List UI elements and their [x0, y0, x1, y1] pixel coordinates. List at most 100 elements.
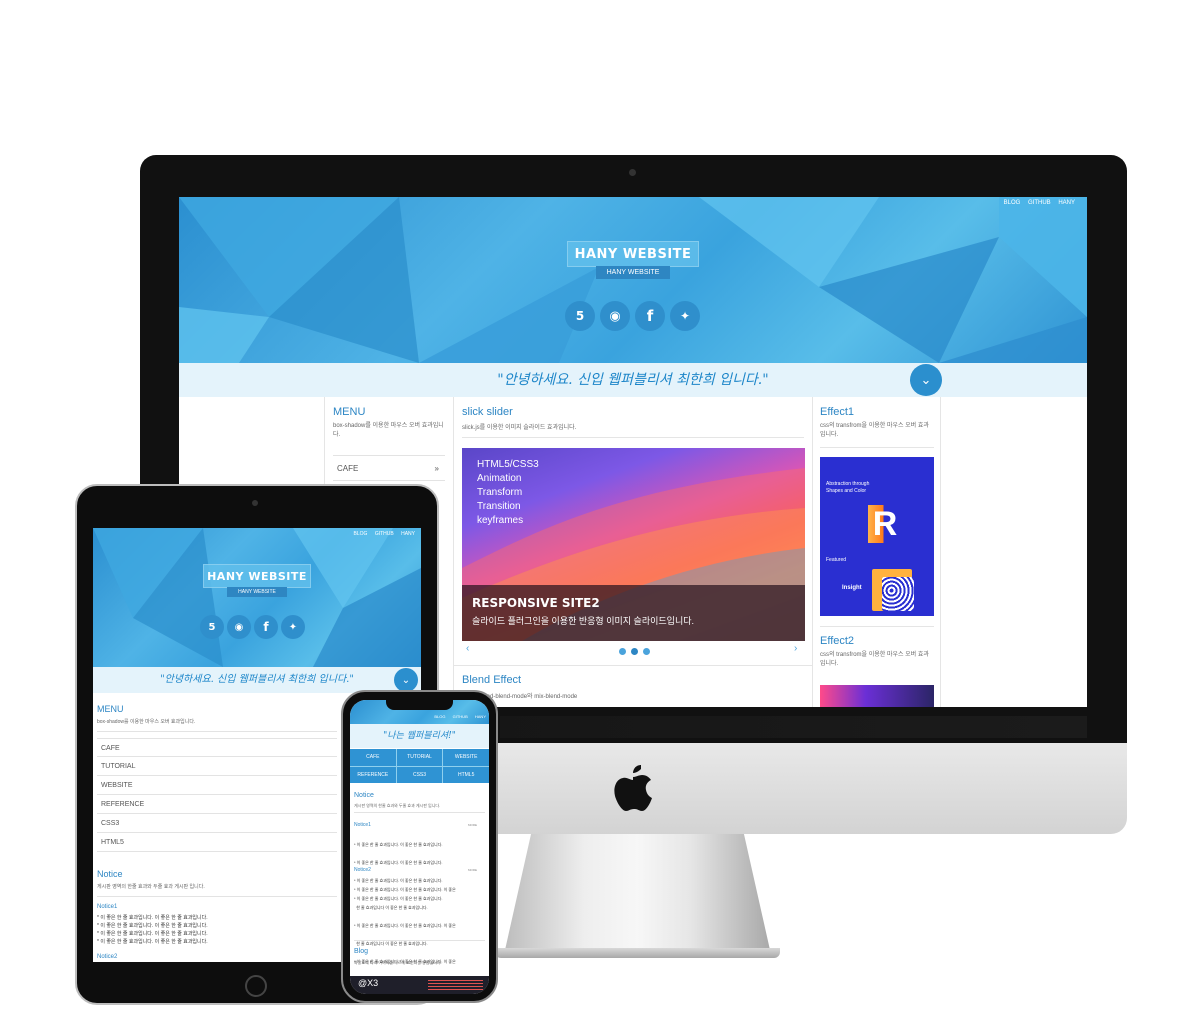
menu-item-website[interactable]: WEBSITE: [97, 776, 337, 795]
thumb-label: Insight: [842, 585, 862, 591]
notice-line[interactable]: * 이 좋은 한 줄 효과입니다. 이 좋은 한 줄 효과입니다.: [97, 914, 208, 922]
notice-title: Notice: [97, 869, 123, 879]
notice-line[interactable]: * 이 좋은 한 줄 효과입니다. 이 좋은 한 줄 효과입니다.: [97, 930, 208, 938]
notice-line[interactable]: 한 줄 효과입니다 이 좋은 한 줄 효과입니다.: [354, 905, 456, 911]
facebook-icon[interactable]: f: [254, 615, 278, 639]
scroll-down-button[interactable]: ⌄: [910, 364, 942, 396]
menu-item-label: WEBSITE: [101, 782, 133, 789]
slider-column: slick slider slick.js를 이용한 이미지 슬라이드 효과입니…: [453, 397, 813, 707]
site-title: HANY WEBSITE: [203, 564, 311, 588]
effect1-desc: css의 transfrom을 이용한 마우스 오버 효과 입니다.: [820, 423, 929, 438]
notice-title: Notice: [354, 792, 374, 799]
more-link[interactable]: MORE: [468, 868, 477, 872]
slide-line: HTML5/CSS3: [477, 459, 539, 470]
nav-github-link[interactable]: GITHUB: [375, 531, 394, 537]
divider: [354, 812, 485, 813]
site-subtitle: HANY WEBSITE: [596, 266, 670, 279]
notch: [386, 700, 453, 710]
notice-item-title[interactable]: Notice2: [97, 954, 117, 960]
grid-item-cafe[interactable]: CAFE: [350, 749, 396, 766]
menu-item-reference[interactable]: REFERENCE: [97, 795, 337, 814]
chevron-right-icon: »: [434, 464, 439, 473]
menu-item-label: REFERENCE: [101, 801, 145, 808]
nav-hany-link[interactable]: HANY: [401, 531, 415, 537]
blend-title: Blend Effect: [462, 674, 522, 686]
greeting-text: "안녕하세요. 신입 웹퍼블리셔 최한희 입니다.": [497, 372, 769, 388]
thumb-text: Abstraction through Shapes and Color: [826, 481, 870, 494]
slider-title: slick slider: [462, 406, 513, 418]
html5-icon[interactable]: 5: [200, 615, 224, 639]
twitter-icon[interactable]: ✦: [670, 301, 700, 331]
caption-text: 슬라이드 플러그인을 이용한 반응형 이미지 슬라이드입니다.: [472, 616, 695, 626]
menu-item-label: HTML5: [101, 839, 124, 846]
facebook-icon[interactable]: f: [635, 301, 665, 331]
divider: [354, 940, 485, 941]
effect2-thumbnail[interactable]: [820, 685, 934, 707]
notice-line[interactable]: * 이 좋은 한 줄 효과입니다. 이 좋은 한 줄 효과입니다.: [97, 922, 208, 930]
nav-hany-link[interactable]: HANY: [475, 714, 486, 719]
hero-polygons: [93, 528, 421, 667]
notice-item-title[interactable]: Notice1: [97, 904, 117, 910]
menu-item-css3[interactable]: CSS3: [97, 814, 337, 833]
menu-item-label: TUTORIAL: [101, 763, 136, 770]
hero-banner: BLOG GITHUB HANY HANY WEBSITE HANY WEBSI…: [179, 197, 1087, 363]
twitter-icon[interactable]: ✦: [281, 615, 305, 639]
slider-dot[interactable]: [619, 648, 626, 655]
menu-item-tutorial[interactable]: TUTORIAL: [97, 757, 337, 776]
github-icon[interactable]: ◉: [600, 301, 630, 331]
nav-blog-link[interactable]: BLOG: [1004, 200, 1021, 206]
top-nav: BLOG GITHUB HANY: [998, 200, 1075, 206]
notice1-title[interactable]: Notice1: [354, 822, 371, 828]
divider: [820, 447, 934, 448]
notice-line[interactable]: * 이 좋은 한 줄 효과입니다. 이 좋은 한 줄 효과입니다. 이 좋은: [354, 887, 456, 893]
effect1-title: Effect1: [820, 406, 855, 418]
slider-next-button[interactable]: ›: [794, 643, 797, 654]
scroll-down-button[interactable]: ⌄: [394, 668, 418, 692]
apple-logo-icon: [614, 765, 652, 811]
notice-desc: 게시판 영역의 한줄 효과와 두줄 효과 게시판 입니다.: [354, 803, 441, 808]
slider-prev-button[interactable]: ‹: [466, 643, 469, 654]
notice-lines: * 이 좋은 한 줄 효과입니다. 이 좋은 한 줄 효과입니다. * 이 좋은…: [97, 914, 208, 946]
divider: [462, 437, 804, 438]
divider: [97, 896, 337, 897]
nav-blog-link[interactable]: BLOG: [354, 531, 368, 537]
blog-title: Blog: [354, 948, 369, 955]
grid-item-website[interactable]: WEBSITE: [443, 749, 489, 766]
slide-text-block: HTML5/CSS3 Animation Transform Transitio…: [477, 458, 539, 528]
grid-item-html5[interactable]: HTML5: [443, 766, 489, 783]
nav-blog-link[interactable]: BLOG: [434, 714, 445, 719]
slide-image[interactable]: HTML5/CSS3 Animation Transform Transitio…: [462, 448, 805, 641]
divider: [820, 626, 934, 627]
grid-item-tutorial[interactable]: TUTORIAL: [396, 749, 443, 766]
effect-column: Effect1 css의 transfrom을 이용한 마우스 오버 효과 입니…: [813, 397, 941, 707]
grid-item-css3[interactable]: CSS3: [396, 766, 443, 783]
nav-hany-link[interactable]: HANY: [1058, 200, 1075, 206]
notice-line[interactable]: * 이 좋은 한 줄 효과입니다. 이 좋은 한 줄 효과입니다.: [354, 860, 443, 866]
home-button-icon[interactable]: [245, 975, 267, 997]
slider-dot[interactable]: [643, 648, 650, 655]
menu-item-cafe[interactable]: CAFE: [97, 738, 337, 757]
effect1-thumbnail[interactable]: Abstraction through Shapes and Color R F…: [820, 457, 934, 616]
menu-item-cafe[interactable]: CAFE »: [333, 455, 445, 481]
iphone-screen: BLOG GITHUB HANY "나는 웹퍼블리셔!" CAFE TUTORI…: [350, 700, 489, 994]
html5-icon[interactable]: 5: [565, 301, 595, 331]
more-link[interactable]: MORE: [468, 823, 477, 827]
github-icon[interactable]: ◉: [227, 615, 251, 639]
nav-github-link[interactable]: GITHUB: [1028, 200, 1051, 206]
thumb-shape: [882, 577, 914, 611]
nav-github-link[interactable]: GITHUB: [453, 714, 468, 719]
menu-grid: CAFE TUTORIAL WEBSITE REFERENCE CSS3 HTM…: [350, 749, 489, 783]
greeting-bar: "나는 웹퍼블리셔!": [350, 724, 489, 748]
grid-item-reference[interactable]: REFERENCE: [350, 766, 396, 783]
notice-line[interactable]: * 이 좋은 한 줄 효과입니다. 이 좋은 한 줄 효과입니다. 이 좋은: [354, 923, 456, 929]
notice-line[interactable]: * 이 좋은 한 줄 효과입니다. 이 좋은 한 줄 효과입니다.: [354, 842, 443, 848]
slider-dot[interactable]: [631, 648, 638, 655]
divider: [454, 665, 812, 666]
notice-line[interactable]: 한 줄 효과입니다 이 좋은 한 줄 효과입니다.: [354, 941, 456, 947]
menu-title: MENU: [97, 704, 124, 714]
top-nav: BLOG GITHUB HANY: [428, 714, 486, 719]
notice-line[interactable]: * 이 좋은 한 줄 효과입니다. 이 좋은 한 줄 효과입니다.: [97, 938, 208, 946]
notice2-title[interactable]: Notice2: [354, 867, 371, 873]
blog-desc: 화상도에 따라 이미지를 다르게 표현하는 방법입니다.: [354, 960, 442, 965]
menu-item-html5[interactable]: HTML5: [97, 833, 337, 852]
